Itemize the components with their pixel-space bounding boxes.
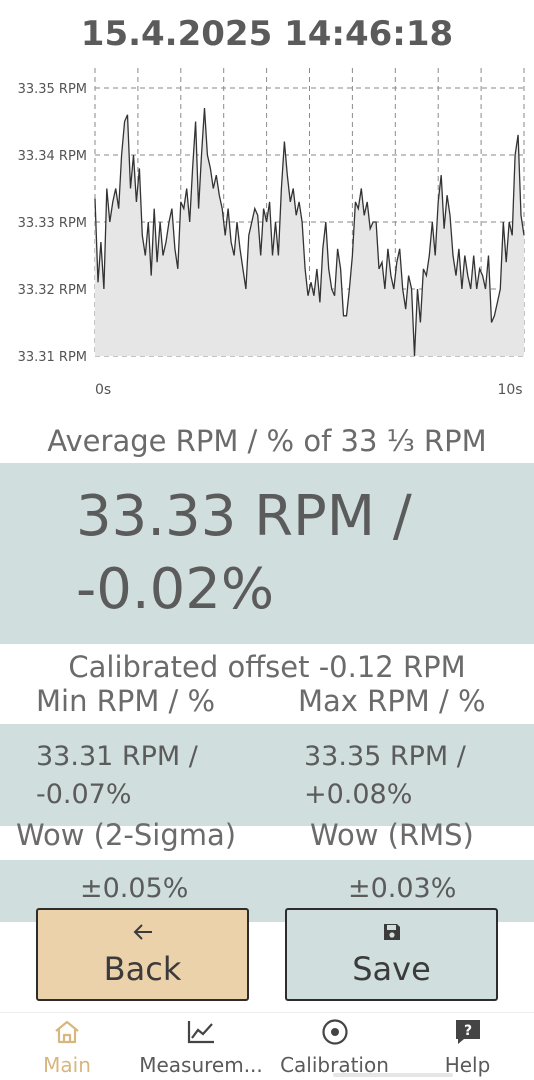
chart-line-icon bbox=[186, 1017, 216, 1047]
nav-item-help[interactable]: ? Help bbox=[401, 1013, 534, 1080]
arrow-left-icon bbox=[132, 920, 154, 944]
bottom-navigation: Main Measurem... Calibration ? Help bbox=[0, 1012, 534, 1080]
nav-item-measurements[interactable]: Measurem... bbox=[134, 1013, 268, 1080]
y-tick-label: 33.31 RPM bbox=[18, 350, 87, 365]
timestamp-title: 15.4.2025 14:46:18 bbox=[80, 14, 454, 54]
nav-item-calibration[interactable]: Calibration bbox=[268, 1013, 401, 1080]
y-tick-label: 33.32 RPM bbox=[18, 283, 87, 298]
wow-rms-value: ±0.03% bbox=[348, 873, 457, 904]
min-rpm: 33.31 RPM / bbox=[36, 741, 198, 772]
help-icon: ? bbox=[454, 1017, 482, 1047]
average-value: 33.33 RPM / -0.02% bbox=[76, 480, 516, 626]
save-button[interactable]: Save bbox=[285, 908, 498, 1001]
nav-label-measurements: Measurem... bbox=[139, 1053, 263, 1077]
max-value: 33.35 RPM / +0.08% bbox=[304, 738, 466, 814]
svg-text:?: ? bbox=[463, 1023, 471, 1039]
home-icon bbox=[53, 1017, 81, 1047]
x-tick-label: 10s bbox=[497, 382, 522, 398]
min-percent: -0.07% bbox=[36, 779, 132, 810]
min-label: Min RPM / % bbox=[36, 684, 216, 718]
wow-sigma-label: Wow (2-Sigma) bbox=[16, 818, 237, 852]
max-label: Max RPM / % bbox=[298, 684, 486, 718]
nav-item-main[interactable]: Main bbox=[0, 1013, 134, 1080]
max-percent: +0.08% bbox=[304, 779, 413, 810]
calibrated-offset-text: Calibrated offset -0.12 RPM bbox=[68, 650, 466, 684]
wow-rms-label: Wow (RMS) bbox=[310, 818, 474, 852]
chart-x-axis: 0s 10s bbox=[95, 382, 523, 398]
chart-y-axis: 33.35 RPM 33.34 RPM 33.33 RPM 33.32 RPM 33.3… bbox=[18, 82, 87, 365]
back-button[interactable]: Back bbox=[36, 908, 249, 1001]
nav-label-main: Main bbox=[43, 1053, 91, 1077]
y-tick-label: 33.33 RPM bbox=[18, 216, 87, 231]
back-button-label: Back bbox=[103, 950, 182, 988]
min-value: 33.31 RPM / -0.07% bbox=[36, 738, 198, 814]
x-tick-label: 0s bbox=[95, 382, 111, 398]
y-tick-label: 33.34 RPM bbox=[18, 149, 87, 164]
max-rpm: 33.35 RPM / bbox=[304, 741, 466, 772]
save-button-label: Save bbox=[352, 950, 431, 988]
floppy-disk-icon bbox=[382, 920, 402, 944]
target-icon bbox=[321, 1017, 349, 1047]
average-percent: -0.02% bbox=[76, 557, 275, 622]
wow-sigma-value: ±0.05% bbox=[80, 873, 189, 904]
y-tick-label: 33.35 RPM bbox=[18, 82, 87, 97]
nav-indicator bbox=[333, 1073, 453, 1077]
average-rpm: 33.33 RPM / bbox=[76, 484, 412, 549]
average-label: Average RPM / % of 33 ⅓ RPM bbox=[47, 424, 487, 458]
rpm-chart: 33.35 RPM 33.34 RPM 33.33 RPM 33.32 RPM 33.3… bbox=[18, 68, 525, 398]
